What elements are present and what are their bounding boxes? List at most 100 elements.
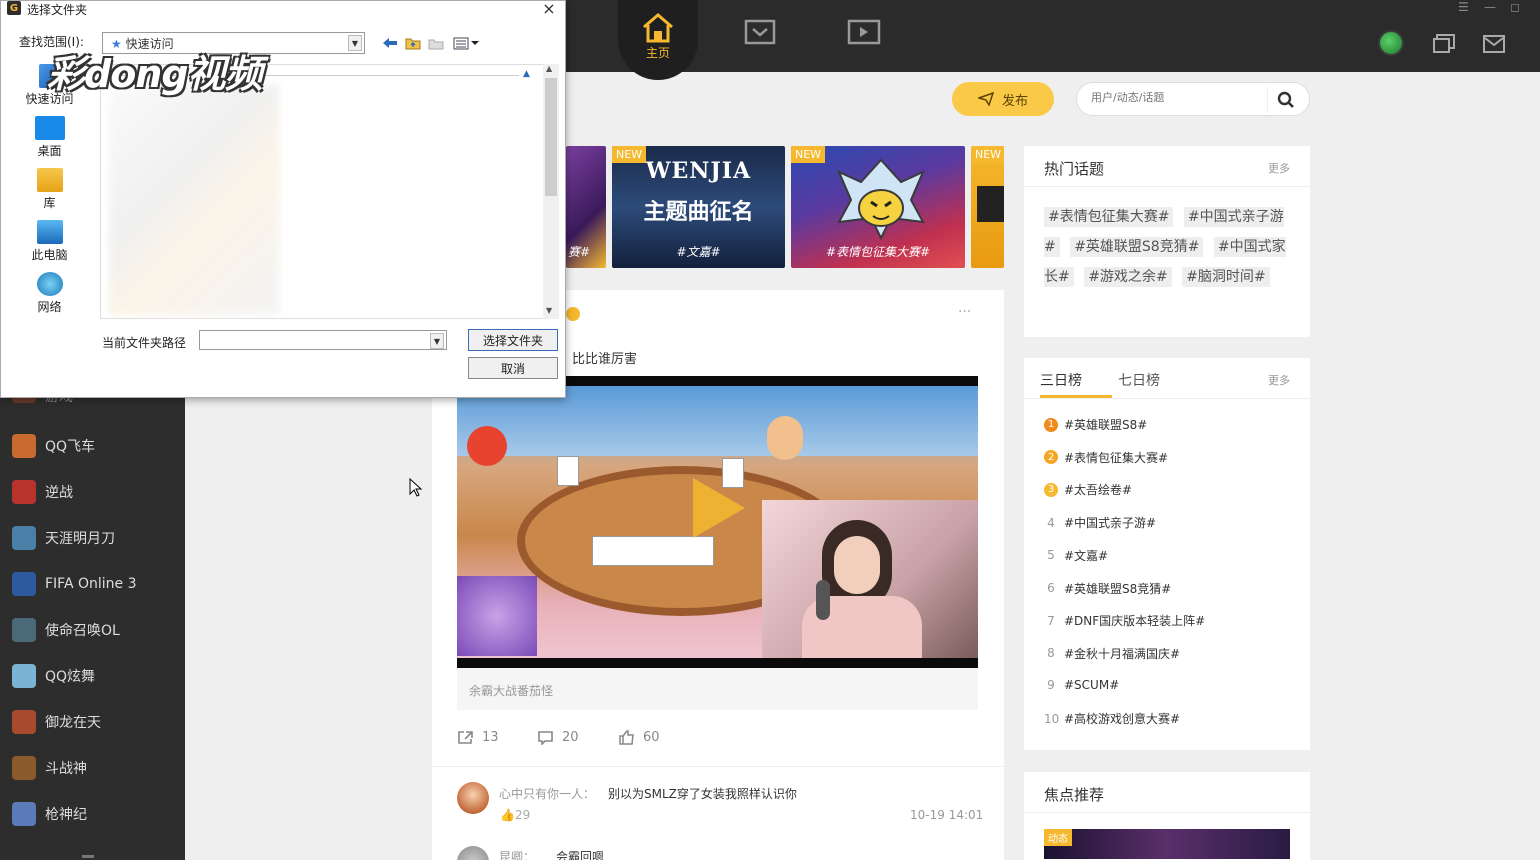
rank-item[interactable]: 2 #表情包征集大赛#: [1044, 449, 1168, 466]
sidebar-item-game[interactable]: QQ飞车: [0, 423, 185, 469]
sidebar-item-game[interactable]: 御龙在天: [0, 699, 185, 745]
close-icon[interactable]: ×: [541, 0, 557, 18]
tab-three-day[interactable]: 三日榜: [1040, 370, 1082, 390]
rank-label: #太吾绘卷#: [1064, 483, 1133, 498]
sidebar-item-game[interactable]: 斗战神: [0, 745, 185, 791]
chat-icon[interactable]: [1430, 30, 1458, 58]
sidebar-item-game[interactable]: QQ炫舞: [0, 653, 185, 699]
banner-caption: #文嘉#: [676, 245, 721, 259]
banner-card[interactable]: NEW WENJIA 主题曲征名 #文嘉#: [612, 146, 785, 268]
video-player[interactable]: [457, 376, 978, 668]
play-icon[interactable]: [679, 472, 751, 544]
user-avatar[interactable]: [1378, 30, 1404, 56]
new-folder-icon[interactable]: [427, 34, 445, 52]
rank-number: 4: [1047, 515, 1055, 530]
rank-item[interactable]: 8 #金秋十月福满国庆#: [1044, 645, 1180, 662]
sidebar-item-game[interactable]: 天涯明月刀: [0, 515, 185, 561]
sidebar-item-label: QQ飞车: [45, 439, 96, 455]
banner-art: [977, 186, 1004, 222]
search-button[interactable]: [1267, 87, 1303, 113]
select-folder-button[interactable]: 选择文件夹: [468, 329, 558, 351]
ranking-panel: 三日榜 七日榜 更多 1 #英雄联盟S8# 2 #表情包征集大赛# 3 #太吾绘卷# 4 #中…: [1024, 358, 1310, 750]
file-list[interactable]: ▲: [100, 64, 559, 319]
home-icon[interactable]: [638, 8, 678, 48]
share-button[interactable]: 13: [457, 730, 499, 745]
more-link[interactable]: 更多: [1268, 160, 1290, 176]
rank-label: #文嘉#: [1064, 548, 1109, 563]
scroll-down-icon[interactable]: ▼: [546, 306, 552, 315]
sidebar-scroll-indicator[interactable]: [82, 855, 94, 858]
sidebar-item-game[interactable]: 逆战: [0, 469, 185, 515]
game-icon: [12, 756, 36, 780]
rank-item[interactable]: 1 #英雄联盟S8#: [1044, 416, 1147, 433]
rank-item[interactable]: 3 #太吾绘卷#: [1044, 481, 1132, 498]
banner-card[interactable]: NEW #表情包征集大赛#: [791, 146, 965, 268]
rank-item[interactable]: 9 #SCUM#: [1044, 678, 1119, 692]
panel-title: 焦点推荐: [1044, 786, 1105, 804]
path-input[interactable]: ▼: [199, 330, 447, 350]
place-desktop[interactable]: 桌面: [6, 116, 93, 159]
scrollbar[interactable]: ▲ ▼: [543, 64, 559, 319]
rank-number: 9: [1047, 677, 1055, 692]
rank-item[interactable]: 4 #中国式亲子游#: [1044, 514, 1156, 531]
tab-seven-day[interactable]: 七日榜: [1118, 370, 1160, 390]
sidebar-item-label: 枪神纪: [45, 807, 87, 823]
rank-item[interactable]: 10 #高校游戏创意大赛#: [1044, 710, 1180, 727]
dialog-titlebar[interactable]: G 选择文件夹 ×: [1, 0, 565, 18]
sidebar-item-game[interactable]: FIFA Online 3: [0, 561, 185, 607]
scroll-up-icon[interactable]: ▲: [546, 64, 552, 73]
like-button[interactable]: 60: [618, 730, 660, 745]
cancel-button[interactable]: 取消: [468, 357, 558, 379]
blurred-content: [109, 85, 279, 315]
topic-link[interactable]: #英雄联盟S8竞猜#: [1070, 237, 1204, 257]
sidebar-item-game[interactable]: 枪神纪: [0, 791, 185, 837]
rank-item[interactable]: 7 #DNF国庆版本轻装上阵#: [1044, 612, 1205, 629]
comment-username[interactable]: 昆卿：: [499, 848, 535, 860]
place-network[interactable]: 网络: [6, 272, 93, 315]
back-icon[interactable]: [381, 34, 399, 52]
banner-caption: 赛#: [568, 245, 591, 259]
playing-card: [557, 456, 579, 486]
up-folder-icon[interactable]: [404, 34, 422, 52]
topic-link[interactable]: #表情包征集大赛#: [1044, 207, 1174, 227]
game-icon: [12, 572, 36, 596]
hot-topics-panel: 热门话题 更多 #表情包征集大赛# #中国式亲子游# #英雄联盟S8竞猜# #中…: [1024, 146, 1310, 337]
game-icon: [12, 480, 36, 504]
post-more-button[interactable]: ···: [958, 304, 971, 320]
banner-card[interactable]: 赛#: [566, 146, 606, 268]
publish-button[interactable]: 发布: [952, 82, 1054, 116]
mail-icon[interactable]: [1480, 30, 1508, 58]
place-library[interactable]: 库: [6, 168, 93, 211]
rank-label: #DNF国庆版本轻装上阵#: [1064, 614, 1206, 629]
rank-item[interactable]: 5 #文嘉#: [1044, 547, 1108, 564]
more-link[interactable]: 更多: [1268, 372, 1290, 388]
maximize-icon[interactable]: ◻: [1510, 0, 1520, 14]
commenter-avatar[interactable]: [457, 782, 489, 814]
scrollbar-thumb[interactable]: [545, 78, 557, 196]
search-input[interactable]: [1091, 91, 1261, 104]
view-menu-icon[interactable]: [453, 34, 481, 52]
collapse-icon[interactable]: ▲: [523, 69, 530, 79]
rank-item[interactable]: 6 #英雄联盟S8竞猜#: [1044, 580, 1171, 597]
comment-likes[interactable]: 👍29: [500, 808, 530, 822]
search-icon: [1277, 91, 1294, 108]
streamer-camera: [762, 500, 978, 658]
minimize-icon[interactable]: —: [1484, 0, 1496, 14]
inbox-icon[interactable]: [740, 12, 780, 52]
banner-card[interactable]: NEW: [971, 146, 1004, 268]
focus-tag: 动态: [1044, 829, 1072, 846]
nav-home-label: 主页: [645, 46, 670, 60]
chevron-down-icon[interactable]: ▼: [430, 333, 444, 349]
menu-icon[interactable]: ☰: [1458, 0, 1469, 14]
topic-link[interactable]: #脑洞时间#: [1182, 267, 1270, 287]
comment-username[interactable]: 心中只有你一人：: [499, 785, 595, 802]
place-this-pc[interactable]: 此电脑: [6, 220, 93, 263]
rank-number: 7: [1047, 613, 1055, 628]
comment-button[interactable]: 20: [537, 730, 579, 745]
chevron-down-icon[interactable]: ▼: [348, 35, 362, 51]
select-folder-dialog: G 选择文件夹 × 查找范围(I): ★ 快速访问 ▼ 快速访问 桌面 库 此电…: [0, 0, 566, 398]
focus-image[interactable]: [1044, 829, 1290, 859]
video-icon[interactable]: [844, 12, 884, 52]
sidebar-item-game[interactable]: 使命召唤OL: [0, 607, 185, 653]
topic-link[interactable]: #游戏之余#: [1084, 267, 1172, 287]
